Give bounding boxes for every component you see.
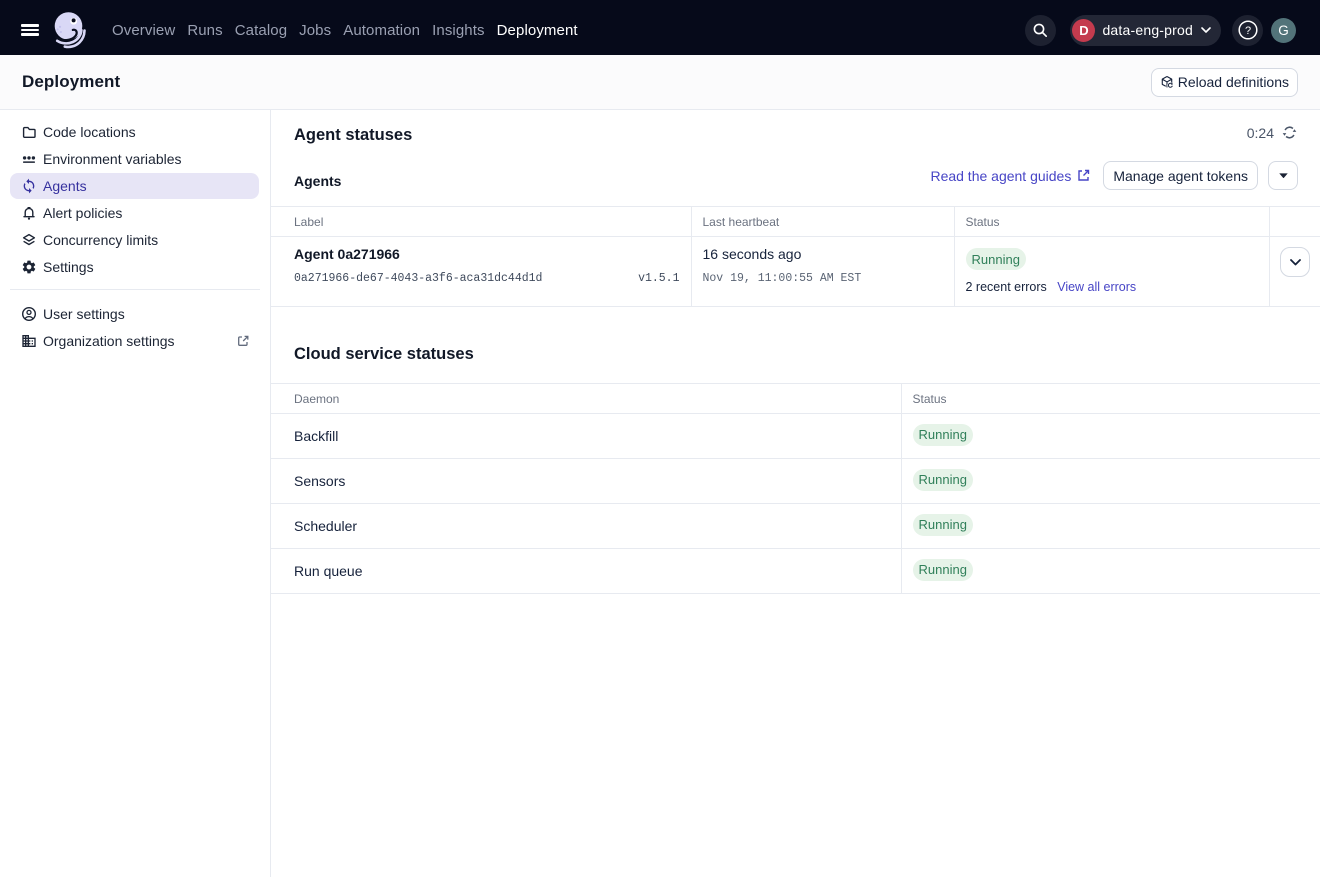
svg-text:?: ? — [1244, 25, 1250, 37]
